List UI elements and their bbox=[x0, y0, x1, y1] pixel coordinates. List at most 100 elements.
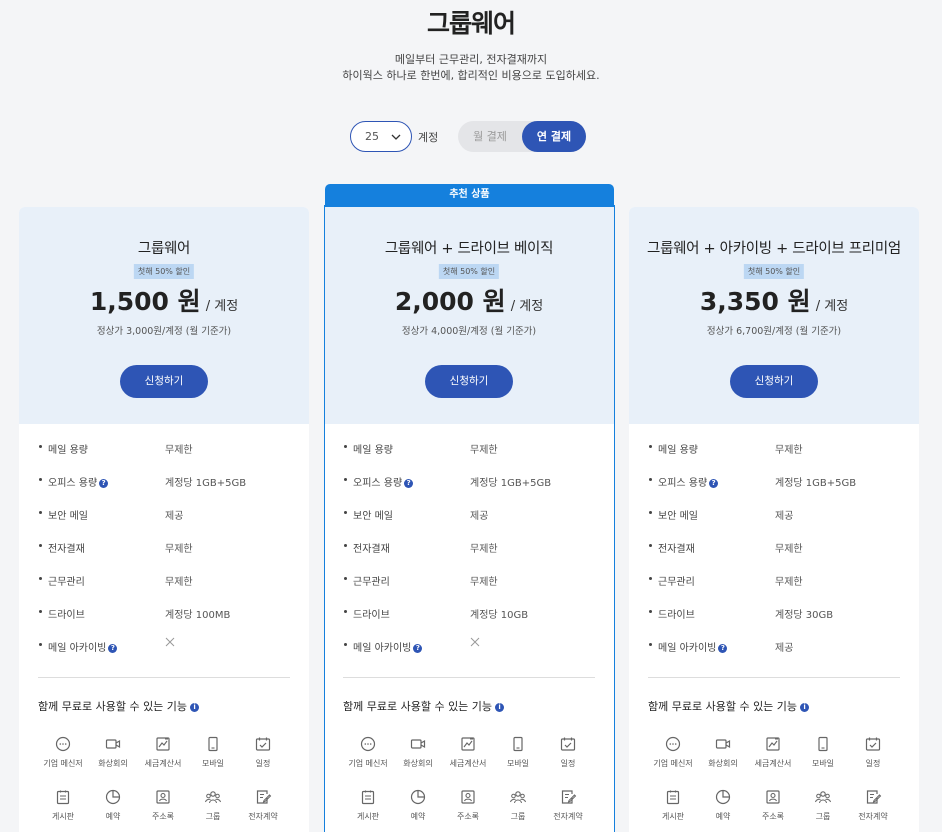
regular-price: 정상가 6,700원/계정 (월 기준가) bbox=[706, 326, 842, 337]
free-app-item[interactable]: 기업 메신저 bbox=[648, 735, 698, 769]
feature-value: 무제한 bbox=[165, 445, 193, 456]
free-features-title-text: 함께 무료로 사용할 수 있는 기능 bbox=[648, 700, 798, 713]
free-app-item[interactable]: 화상회의 bbox=[698, 735, 748, 769]
free-app-item[interactable]: 그룹 bbox=[188, 788, 238, 822]
free-app-item[interactable]: 모바일 bbox=[493, 735, 543, 769]
feature-name-text: 보안 메일 bbox=[353, 511, 393, 522]
help-icon[interactable]: ? bbox=[413, 644, 423, 653]
free-app-item[interactable]: 세금계산서 bbox=[443, 735, 493, 769]
free-app-item[interactable]: 일정 bbox=[848, 735, 898, 769]
info-icon[interactable]: i bbox=[495, 703, 505, 712]
free-app-item[interactable]: 기업 메신저 bbox=[343, 735, 393, 769]
discount-badge: 첫해 50% 할인 bbox=[743, 264, 805, 279]
bullet-icon bbox=[344, 577, 347, 580]
bullet-icon bbox=[649, 478, 652, 481]
free-app-item[interactable]: 화상회의 bbox=[393, 735, 443, 769]
free-app-item[interactable]: 게시판 bbox=[343, 788, 393, 822]
free-app-label: 주소록 bbox=[151, 812, 175, 821]
calendar-icon bbox=[255, 737, 271, 751]
free-app-item[interactable]: 그룹 bbox=[493, 788, 543, 822]
free-app-item[interactable]: 게시판 bbox=[38, 788, 88, 822]
reservation-icon bbox=[715, 789, 731, 805]
free-app-label: 게시판 bbox=[356, 812, 380, 821]
apply-button[interactable]: 신청하기 bbox=[120, 365, 208, 398]
free-app-item[interactable]: 예약 bbox=[88, 788, 138, 822]
free-app-item[interactable]: 그룹 bbox=[798, 788, 848, 822]
billing-annual-option[interactable]: 연 결제 bbox=[522, 121, 586, 152]
feature-name: 오피스 용량? bbox=[48, 474, 109, 489]
free-app-label: 모바일 bbox=[811, 759, 835, 768]
free-app-item[interactable]: 기업 메신저 bbox=[38, 735, 88, 769]
free-app-item[interactable]: 전자계약 bbox=[543, 788, 593, 822]
feature-name-text: 드라이브 bbox=[353, 610, 390, 621]
bullet-icon bbox=[649, 610, 652, 613]
feature-name: 근무관리 bbox=[353, 573, 390, 588]
help-icon[interactable]: ? bbox=[709, 479, 719, 488]
feature-name: 보안 메일 bbox=[658, 507, 698, 522]
free-app-label: 그룹 bbox=[510, 812, 526, 821]
free-app-item[interactable]: 일정 bbox=[238, 735, 288, 769]
feature-name-text: 전자결재 bbox=[48, 544, 85, 555]
free-app-item[interactable]: 전자계약 bbox=[848, 788, 898, 822]
feature-name-text: 메일 용량 bbox=[48, 445, 88, 456]
page-title: 그룹웨어 bbox=[426, 9, 516, 38]
seat-count-select[interactable]: 25 bbox=[350, 121, 412, 152]
feature-name: 메일 용량 bbox=[353, 441, 393, 456]
info-icon[interactable]: i bbox=[800, 703, 810, 712]
feature-value: 계정당 1GB+5GB bbox=[775, 478, 857, 489]
plan-card: 그룹웨어 + 아카이빙 + 드라이브 프리미엄 첫해 50% 할인 3,350 원 … bbox=[629, 207, 919, 832]
help-icon[interactable]: ? bbox=[718, 644, 728, 653]
free-app-label: 세금계산서 bbox=[449, 759, 487, 768]
feature-name: 전자결재 bbox=[658, 540, 695, 555]
feature-value: 계정당 100MB bbox=[165, 610, 231, 621]
apply-button[interactable]: 신청하기 bbox=[425, 365, 513, 398]
free-app-item[interactable]: 주소록 bbox=[748, 788, 798, 822]
bullet-icon bbox=[39, 544, 42, 547]
free-app-item[interactable]: 일정 bbox=[543, 735, 593, 769]
bullet-icon bbox=[39, 445, 42, 448]
feature-row: 드라이브 계정당 30GB bbox=[629, 604, 919, 621]
chat-icon bbox=[360, 736, 376, 752]
help-icon[interactable]: ? bbox=[404, 479, 414, 488]
free-features-title: 함께 무료로 사용할 수 있는 기능 i bbox=[343, 698, 505, 714]
free-app-label: 일정 bbox=[560, 759, 576, 768]
free-app-label: 전자계약 bbox=[248, 812, 278, 821]
feature-value: 계정당 1GB+5GB bbox=[470, 478, 552, 489]
discount-badge: 첫해 50% 할인 bbox=[133, 264, 195, 279]
apply-button[interactable]: 신청하기 bbox=[730, 365, 818, 398]
free-app-item[interactable]: 모바일 bbox=[188, 735, 238, 769]
free-app-item[interactable]: 주소록 bbox=[138, 788, 188, 822]
feature-name-text: 전자결재 bbox=[353, 544, 390, 555]
feature-row: 오피스 용량? 계정당 1GB+5GB bbox=[629, 472, 919, 489]
free-app-label: 전자계약 bbox=[858, 812, 888, 821]
free-app-item[interactable]: 예약 bbox=[393, 788, 443, 822]
board-icon bbox=[56, 790, 70, 805]
info-icon[interactable]: i bbox=[190, 703, 200, 712]
free-app-item[interactable]: 세금계산서 bbox=[748, 735, 798, 769]
help-icon[interactable]: ? bbox=[108, 644, 118, 653]
free-app-item[interactable]: 게시판 bbox=[648, 788, 698, 822]
free-app-item[interactable]: 전자계약 bbox=[238, 788, 288, 822]
billing-monthly-option[interactable]: 월 결제 bbox=[458, 121, 522, 152]
feature-name: 전자결재 bbox=[353, 540, 390, 555]
help-icon[interactable]: ? bbox=[99, 479, 109, 488]
free-app-item[interactable]: 주소록 bbox=[443, 788, 493, 822]
feature-value: 계정당 10GB bbox=[470, 610, 529, 621]
price-row: 3,350 원 / 계정 bbox=[629, 282, 919, 318]
free-app-item[interactable]: 모바일 bbox=[798, 735, 848, 769]
plan-name: 그룹웨어 + 드라이브 베이직 bbox=[384, 241, 554, 257]
feature-name-text: 근무관리 bbox=[48, 577, 85, 588]
group-icon bbox=[205, 791, 221, 804]
board-icon bbox=[361, 790, 375, 805]
feature-value: 제공 bbox=[470, 511, 489, 522]
free-app-item[interactable]: 세금계산서 bbox=[138, 735, 188, 769]
free-app-item[interactable]: 예약 bbox=[698, 788, 748, 822]
bullet-icon bbox=[344, 445, 347, 448]
free-app-label: 기업 메신저 bbox=[348, 759, 388, 768]
plan-card: 그룹웨어 + 드라이브 베이직 첫해 50% 할인 2,000 원 / 계정 정상가 … bbox=[324, 207, 614, 832]
calendar-icon bbox=[560, 737, 576, 751]
bullet-icon bbox=[39, 643, 42, 646]
free-app-item[interactable]: 화상회의 bbox=[88, 735, 138, 769]
plan-price: 2,000 원 bbox=[394, 287, 506, 316]
free-app-label: 모바일 bbox=[201, 759, 225, 768]
